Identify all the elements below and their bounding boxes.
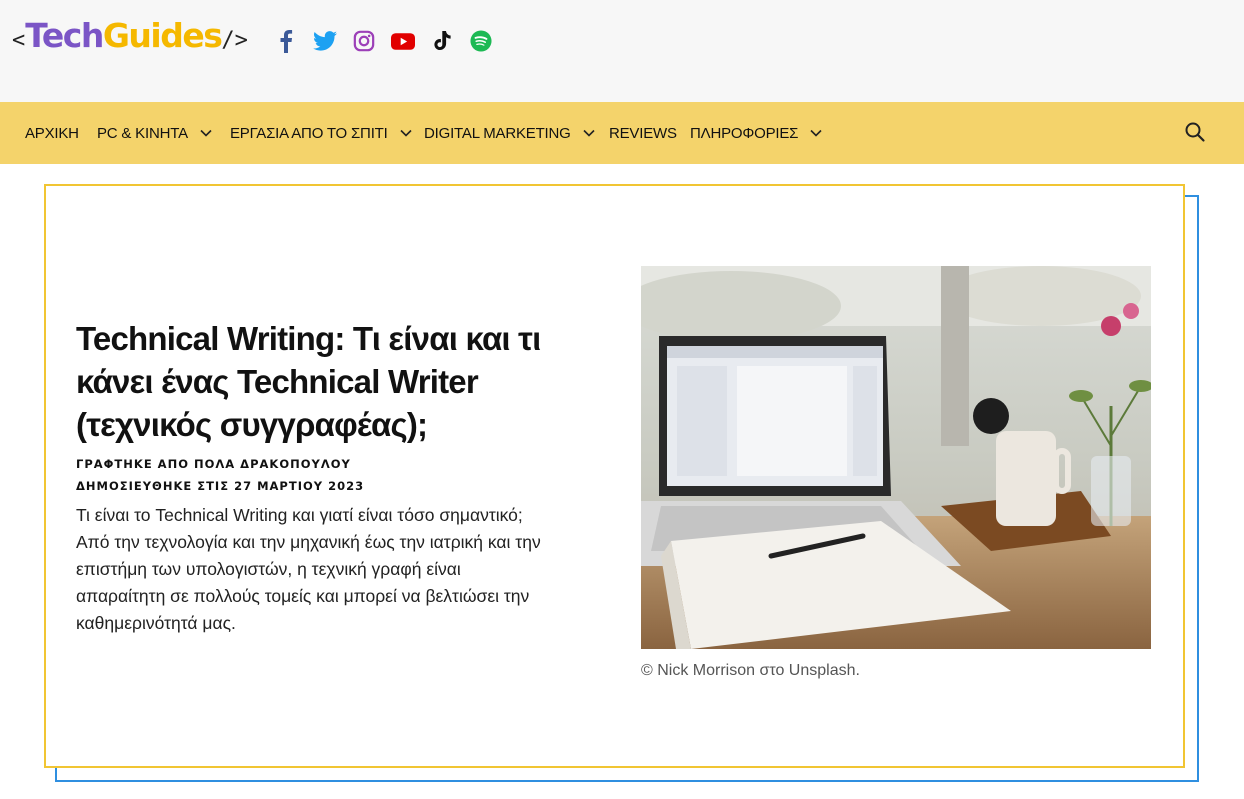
site-header: < Tech Guides />: [0, 0, 1244, 102]
youtube-icon[interactable]: [391, 28, 415, 54]
chevron-down-icon: [810, 127, 822, 139]
logo-guides: Guides: [102, 16, 223, 55]
article-author: ΓΡΑΦΤΗΚΕ ΑΠΟ ΠΟΛΑ ΔΡΑΚΟΠΟΥΛΟΥ: [76, 457, 351, 471]
image-caption: © Nick Morrison στο Unsplash.: [641, 662, 860, 679]
article-title[interactable]: Technical Writing: Τι είναι και τι κάνει…: [76, 317, 596, 446]
twitter-icon[interactable]: [313, 28, 337, 54]
site-logo[interactable]: < Tech Guides />: [12, 16, 248, 56]
nav-item-label: ΠΛΗΡΟΦΟΡΙΕΣ: [690, 124, 799, 142]
main-nav: ΑΡΧΙΚΗ PC & ΚΙΝΗΤΑ ΕΡΓΑΣΙΑ ΑΠΟ ΤΟ ΣΠΙΤΙ …: [0, 102, 1244, 164]
nav-item-label: ΕΡΓΑΣΙΑ ΑΠΟ ΤΟ ΣΠΙΤΙ: [230, 124, 388, 142]
search-icon[interactable]: [1184, 121, 1206, 143]
spotify-icon[interactable]: [469, 28, 493, 54]
nav-item-pc-mobile[interactable]: PC & ΚΙΝΗΤΑ: [97, 102, 212, 164]
logo-tech: Tech: [25, 16, 104, 55]
nav-item-work-from-home[interactable]: ΕΡΓΑΣΙΑ ΑΠΟ ΤΟ ΣΠΙΤΙ: [230, 102, 412, 164]
nav-item-home[interactable]: ΑΡΧΙΚΗ: [25, 102, 79, 164]
article-image[interactable]: [641, 266, 1151, 649]
nav-item-label: PC & ΚΙΝΗΤΑ: [97, 124, 188, 142]
facebook-icon[interactable]: [274, 28, 298, 54]
chevron-down-icon: [583, 127, 595, 139]
social-links: [274, 28, 493, 54]
nav-item-label: ΑΡΧΙΚΗ: [25, 124, 79, 142]
article-date: ΔΗΜΟΣΙΕΥΘΗΚΕ ΣΤΙΣ 27 ΜΑΡΤΙΟΥ 2023: [76, 479, 365, 493]
nav-item-label: DIGITAL MARKETING: [424, 124, 571, 142]
nav-item-label: REVIEWS: [609, 124, 677, 142]
article-excerpt: Τι είναι το Technical Writing και γιατί …: [76, 505, 541, 633]
tiktok-icon[interactable]: [430, 28, 454, 54]
logo-open-bracket: <: [12, 28, 26, 53]
chevron-down-icon: [400, 127, 412, 139]
logo-close-bracket: />: [221, 28, 248, 53]
instagram-icon[interactable]: [352, 28, 376, 54]
nav-item-reviews[interactable]: REVIEWS: [609, 102, 677, 164]
nav-item-digital-marketing[interactable]: DIGITAL MARKETING: [424, 102, 595, 164]
nav-item-info[interactable]: ΠΛΗΡΟΦΟΡΙΕΣ: [690, 102, 822, 164]
chevron-down-icon: [200, 127, 212, 139]
